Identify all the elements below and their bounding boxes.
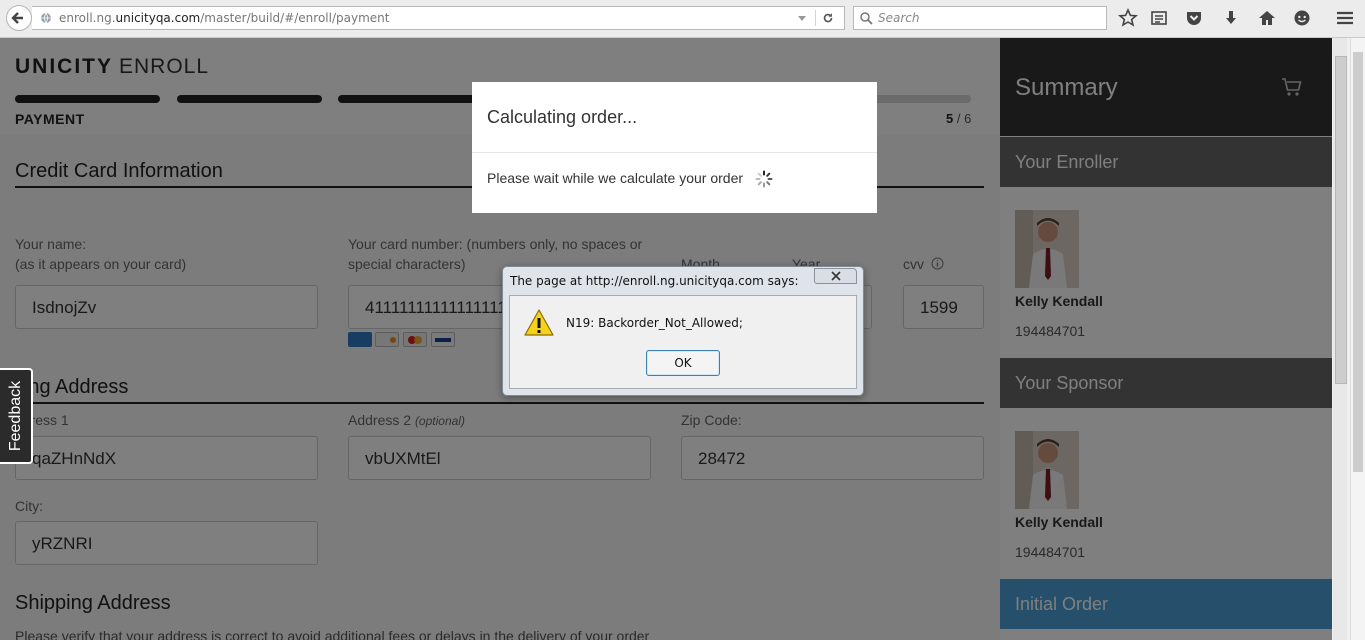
warning-icon: [524, 309, 554, 336]
back-arrow-icon: [11, 12, 23, 24]
back-button[interactable]: [6, 5, 32, 31]
alert-close-button[interactable]: [814, 268, 857, 284]
download-icon[interactable]: [1221, 8, 1241, 28]
alert-message: N19: Backorder_Not_Allowed;: [566, 316, 743, 330]
page: UNICITYENROLL PAYMENT 5 / 6 Credit Card …: [0, 38, 1365, 640]
chevron-down-icon[interactable]: [796, 12, 808, 24]
scrollbar-thumb[interactable]: [1335, 56, 1347, 384]
url-text: enroll.ng.unicityqa.com/master/build/#/e…: [59, 11, 390, 25]
browser-toolbar: enroll.ng.unicityqa.com/master/build/#/e…: [0, 0, 1365, 38]
window-scrollbar-thumb[interactable]: [1353, 52, 1363, 472]
globe-icon: [41, 12, 51, 24]
close-icon: [830, 271, 841, 281]
calculating-modal: Calculating order... Please wait while w…: [472, 82, 877, 213]
spinner-icon: [755, 170, 773, 188]
feedback-tab[interactable]: Feedback: [0, 368, 33, 464]
modal-title: Calculating order...: [487, 107, 638, 127]
alert-body: N19: Backorder_Not_Allowed; OK: [509, 295, 857, 389]
url-bar[interactable]: enroll.ng.unicityqa.com/master/build/#/e…: [32, 6, 845, 30]
reload-icon[interactable]: [820, 11, 836, 25]
search-icon: [860, 12, 873, 25]
star-icon[interactable]: [1118, 8, 1138, 28]
reading-list-icon[interactable]: [1149, 8, 1169, 28]
alert-dialog: The page at http://enroll.ng.unicityqa.c…: [502, 266, 864, 396]
search-placeholder: Search: [878, 11, 920, 25]
menu-icon[interactable]: [1335, 8, 1355, 28]
modal-message: Please wait while we calculate your orde…: [487, 170, 744, 186]
search-bar[interactable]: Search: [853, 6, 1107, 30]
pocket-icon[interactable]: [1184, 8, 1204, 28]
alert-title: The page at http://enroll.ng.unicityqa.c…: [510, 274, 799, 288]
chat-icon[interactable]: [1292, 8, 1312, 28]
ok-button[interactable]: OK: [646, 350, 720, 376]
page-scrollbar[interactable]: [1332, 38, 1365, 640]
home-icon[interactable]: [1257, 8, 1277, 28]
